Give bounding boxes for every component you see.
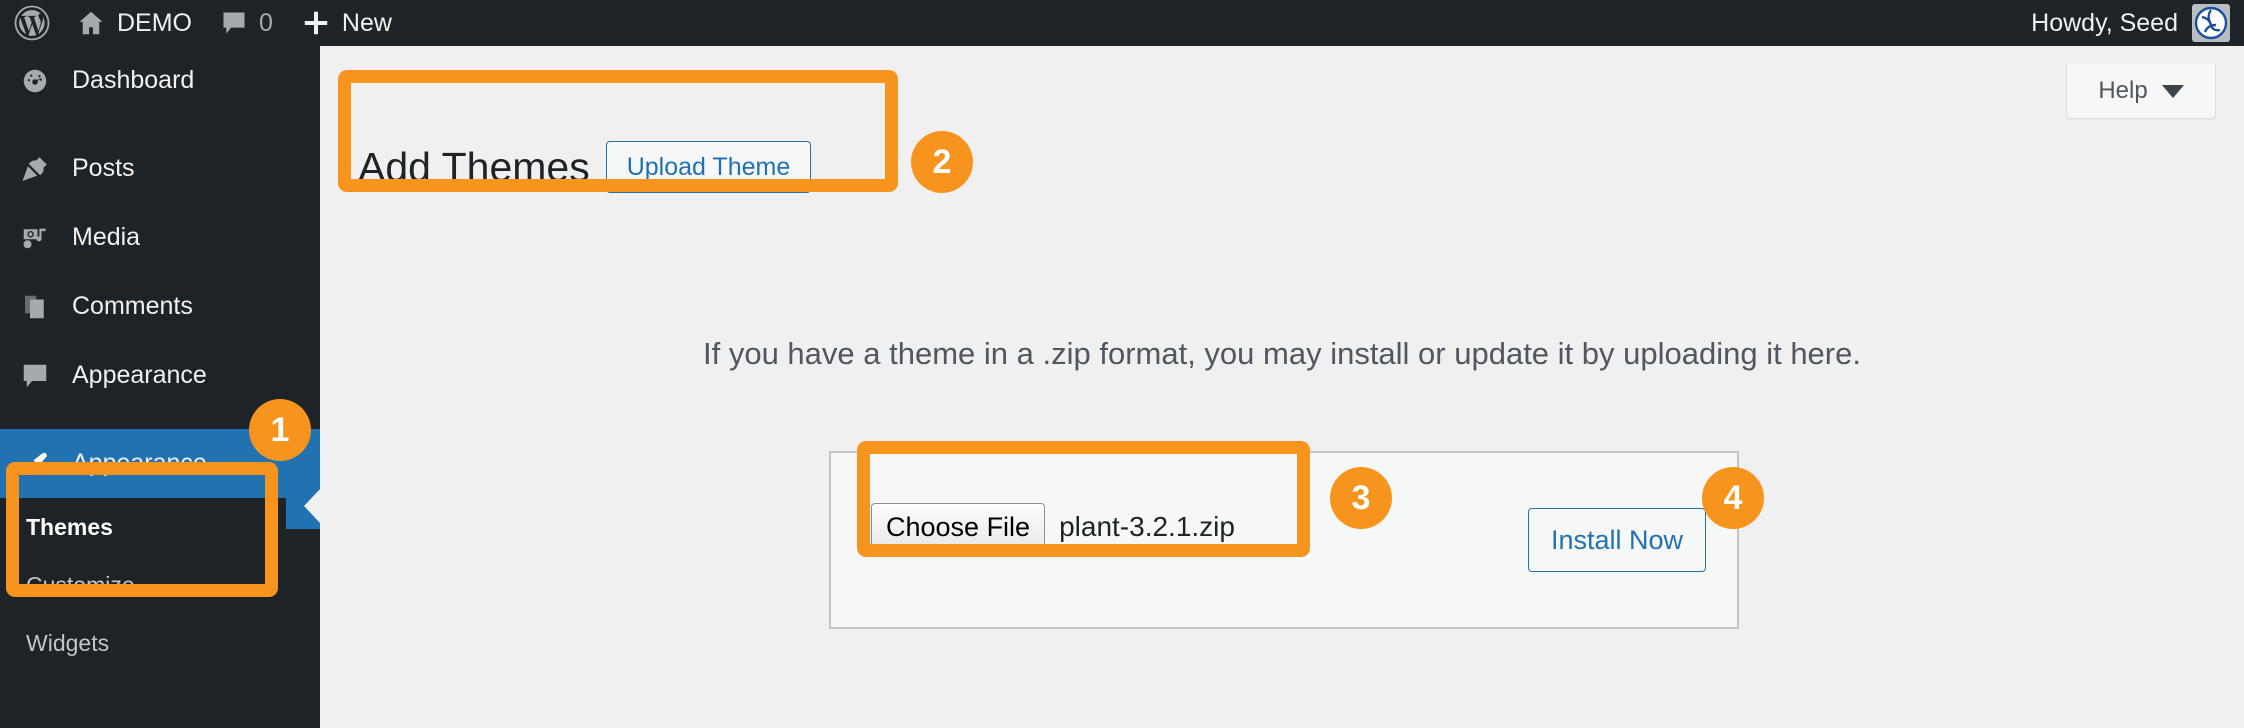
sidebar-item-widgets[interactable]: Widgets: [0, 614, 320, 672]
upload-instructions-text: If you have a theme in a .zip format, yo…: [703, 336, 1861, 371]
sidebar-subitem-label: Widgets: [26, 629, 110, 656]
sidebar-item-customize[interactable]: Customize: [0, 556, 320, 614]
wordpress-logo-icon: [14, 5, 50, 41]
page-header: Add Themes Upload Theme: [358, 134, 812, 200]
howdy-label: Howdy, Seed: [2031, 8, 2178, 37]
step-badge-4: 4: [1702, 467, 1764, 529]
comment-bubble-icon: [18, 359, 52, 393]
admin-sidebar-menu: Dashboard Posts Media Comments Appearanc…: [0, 46, 320, 728]
admin-content-area: Help Add Themes Upload Theme If you have…: [320, 46, 2244, 728]
sidebar-item-label: Media: [72, 223, 141, 251]
plus-icon: [301, 8, 331, 38]
admin-bar: DEMO 0 New Howdy, Seed: [0, 0, 2244, 46]
pages-stack-icon: [18, 290, 52, 324]
account-menu-item[interactable]: Howdy, Seed: [2017, 0, 2244, 46]
upload-theme-button[interactable]: Upload Theme: [605, 141, 812, 193]
sidebar-primary-list: Dashboard Posts Media Comments Appearanc…: [0, 46, 320, 672]
sidebar-divider: [0, 115, 320, 134]
new-content-label: New: [341, 8, 392, 37]
chevron-down-icon: [2161, 84, 2184, 98]
active-menu-caret-icon: [286, 483, 320, 529]
wp-logo-menu-item[interactable]: [0, 0, 62, 46]
page-title: Add Themes: [358, 143, 590, 190]
sidebar-subitem-label: Customize: [26, 571, 135, 598]
theme-upload-card: Choose File plant-3.2.1.zip Install Now: [829, 451, 1739, 629]
sidebar-item-media[interactable]: Media: [0, 203, 320, 272]
sidebar-item-label: Posts: [72, 154, 135, 182]
step-badge-2: 2: [911, 131, 973, 193]
media-camera-music-icon: [18, 221, 52, 255]
choose-file-button[interactable]: Choose File: [871, 503, 1046, 551]
pushpin-icon: [18, 152, 52, 186]
help-toggle-button[interactable]: Help: [2066, 64, 2216, 119]
sidebar-item-pages[interactable]: Comments: [0, 272, 320, 341]
new-content-menu-item[interactable]: New: [287, 0, 406, 46]
paintbrush-icon: [18, 447, 52, 481]
sidebar-item-label: Dashboard: [72, 66, 195, 94]
selected-file-name: plant-3.2.1.zip: [1059, 511, 1235, 542]
sidebar-item-appearance-label: Appearance: [72, 449, 207, 477]
wordpress-admin-screen: DEMO 0 New Howdy, Seed Dashboard Posts M…: [0, 0, 2244, 728]
sidebar-item-posts[interactable]: Posts: [0, 134, 320, 203]
help-label: Help: [2098, 77, 2148, 104]
comments-menu-item[interactable]: 0: [206, 0, 287, 46]
sidebar-item-label: Appearance: [72, 361, 207, 389]
step-badge-3: 3: [1330, 467, 1392, 529]
sidebar-item-dashboard[interactable]: Dashboard: [0, 46, 320, 115]
site-name-label: DEMO: [117, 8, 192, 37]
comment-bubble-icon: [220, 9, 248, 37]
user-avatar-icon: [2192, 4, 2230, 42]
comments-count: 0: [259, 8, 273, 37]
step-badge-1: 1: [249, 399, 311, 461]
dashboard-gauge-icon: [18, 64, 52, 98]
install-now-button[interactable]: Install Now: [1527, 508, 1706, 572]
sidebar-subitem-label: Themes: [26, 513, 113, 540]
home-icon: [76, 8, 106, 38]
sidebar-item-label: Comments: [72, 292, 193, 320]
sidebar-item-themes[interactable]: Themes: [0, 498, 320, 556]
file-input-row[interactable]: Choose File plant-3.2.1.zip: [871, 503, 1235, 551]
site-name-menu-item[interactable]: DEMO: [62, 0, 206, 46]
